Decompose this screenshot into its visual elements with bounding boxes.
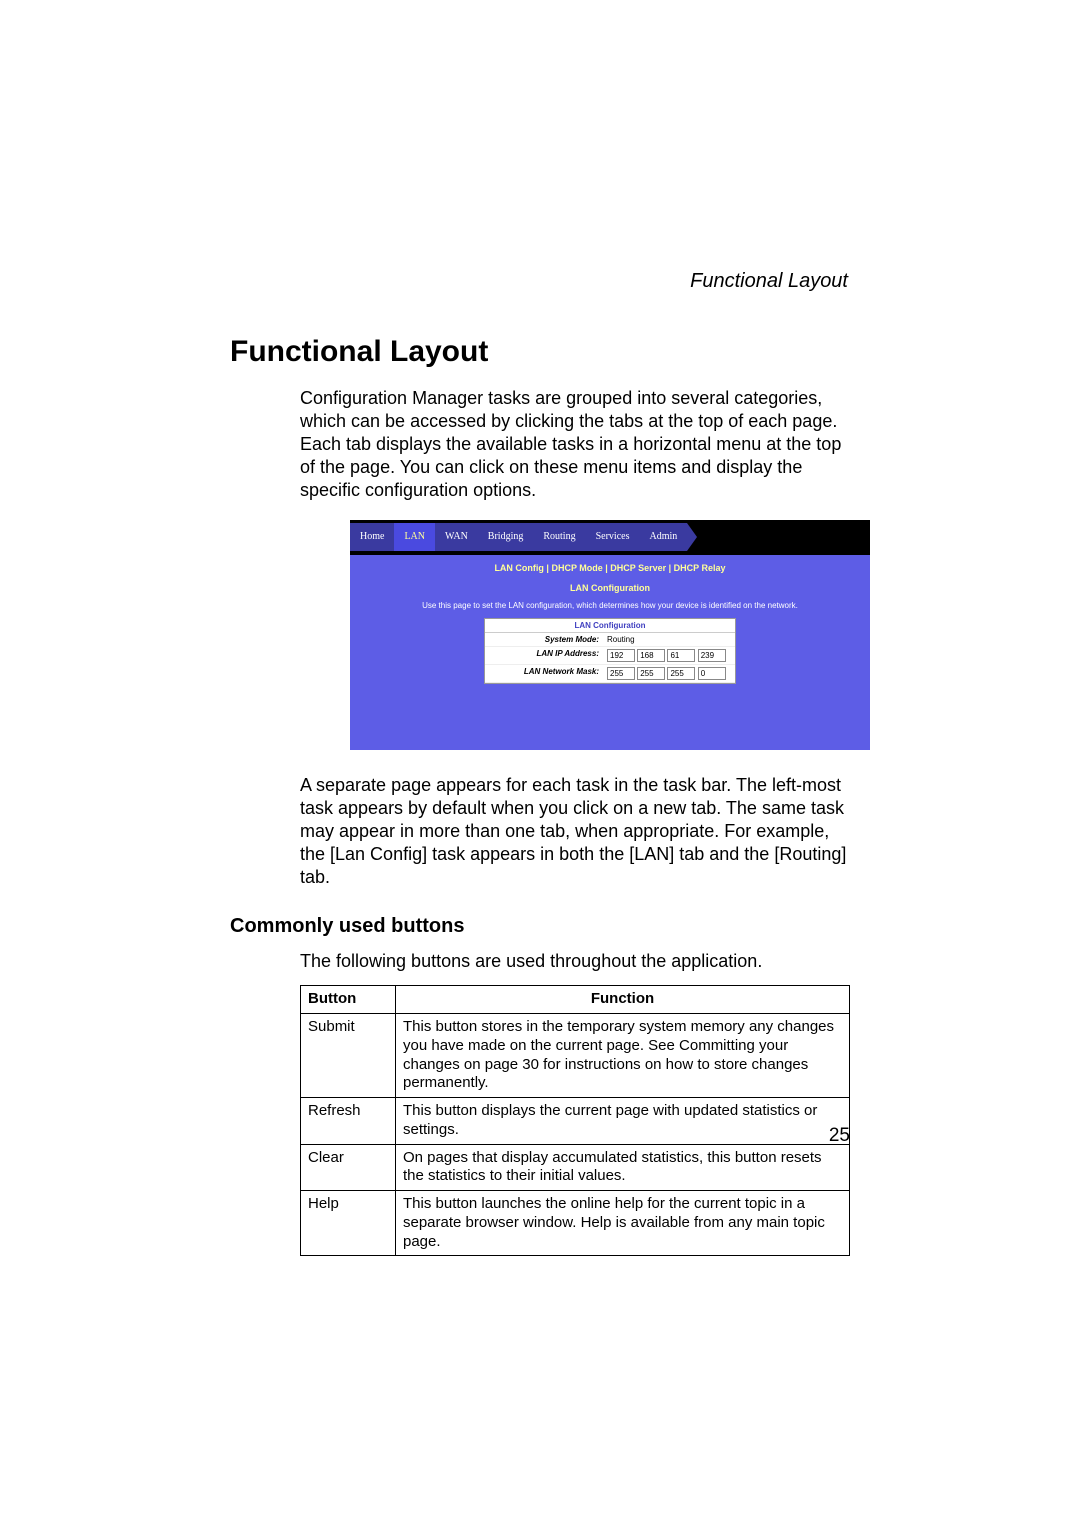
subsection-intro: The following buttons are used throughou… — [300, 950, 850, 973]
ip-octet — [698, 667, 726, 680]
screenshot-description: Use this page to set the LAN configurati… — [422, 601, 798, 610]
table-row: Refresh This button displays the current… — [301, 1098, 850, 1145]
embedded-screenshot: Home LAN WAN Bridging Routing Services A… — [350, 520, 870, 750]
screenshot-form-row: LAN IP Address: — [485, 647, 735, 665]
intro-paragraph-1: Configuration Manager tasks are grouped … — [300, 387, 850, 502]
subsection-title: Commonly used buttons — [230, 915, 850, 938]
button-function-cell: This button launches the online help for… — [396, 1191, 850, 1256]
button-function-cell: This button stores in the temporary syst… — [396, 1014, 850, 1098]
table-row: Submit This button stores in the tempora… — [301, 1014, 850, 1098]
ip-octet — [607, 649, 635, 662]
screenshot-field-label: System Mode: — [485, 633, 603, 646]
button-function-cell: On pages that display accumulated statis… — [396, 1144, 850, 1191]
buttons-table: Button Function Submit This button store… — [300, 985, 850, 1256]
screenshot-form-title: LAN Configuration — [485, 619, 735, 633]
screenshot-form: LAN Configuration System Mode: Routing L… — [484, 618, 736, 684]
table-row: Help This button launches the online hel… — [301, 1191, 850, 1256]
screenshot-field-value — [603, 647, 735, 664]
screenshot-field-value: Routing — [603, 633, 735, 646]
table-header-button: Button — [301, 986, 396, 1014]
button-name-cell: Submit — [301, 1014, 396, 1098]
screenshot-tab-bridging: Bridging — [478, 523, 534, 551]
screenshot-tab-services: Services — [586, 523, 640, 551]
screenshot-heading: LAN Configuration — [570, 583, 650, 593]
button-name-cell: Clear — [301, 1144, 396, 1191]
screenshot-body: LAN Config | DHCP Mode | DHCP Server | D… — [350, 555, 870, 750]
button-function-cell: This button displays the current page wi… — [396, 1098, 850, 1145]
screenshot-form-row: System Mode: Routing — [485, 633, 735, 647]
ip-octet — [607, 667, 635, 680]
screenshot-field-label: LAN IP Address: — [485, 647, 603, 664]
table-row: Clear On pages that display accumulated … — [301, 1144, 850, 1191]
screenshot-tabs: Home LAN WAN Bridging Routing Services A… — [350, 520, 870, 555]
document-page: Functional Layout Functional Layout Conf… — [0, 0, 1080, 1256]
running-header: Functional Layout — [230, 270, 850, 293]
screenshot-tab-routing: Routing — [533, 523, 585, 551]
subsection-content: The following buttons are used throughou… — [300, 950, 850, 1256]
ip-octet — [667, 667, 695, 680]
button-name-cell: Refresh — [301, 1098, 396, 1145]
ip-octet — [637, 649, 665, 662]
screenshot-field-value — [603, 665, 735, 682]
ip-octet — [637, 667, 665, 680]
table-header-function: Function — [396, 986, 850, 1014]
ip-octet — [667, 649, 695, 662]
screenshot-field-label: LAN Network Mask: — [485, 665, 603, 682]
screenshot-form-row: LAN Network Mask: — [485, 665, 735, 683]
button-name-cell: Help — [301, 1191, 396, 1256]
screenshot-tab-lan: LAN — [394, 523, 435, 551]
page-number: 25 — [829, 1125, 850, 1147]
intro-paragraph-2: A separate page appears for each task in… — [300, 774, 850, 889]
screenshot-submenu: LAN Config | DHCP Mode | DHCP Server | D… — [494, 563, 725, 573]
page-title: Functional Layout — [230, 335, 850, 369]
content-block: Configuration Manager tasks are grouped … — [300, 387, 850, 889]
screenshot-tab-home: Home — [350, 523, 394, 551]
ip-octet — [698, 649, 726, 662]
screenshot-tab-admin: Admin — [639, 523, 687, 551]
table-header-row: Button Function — [301, 986, 850, 1014]
screenshot-tab-wan: WAN — [435, 523, 478, 551]
